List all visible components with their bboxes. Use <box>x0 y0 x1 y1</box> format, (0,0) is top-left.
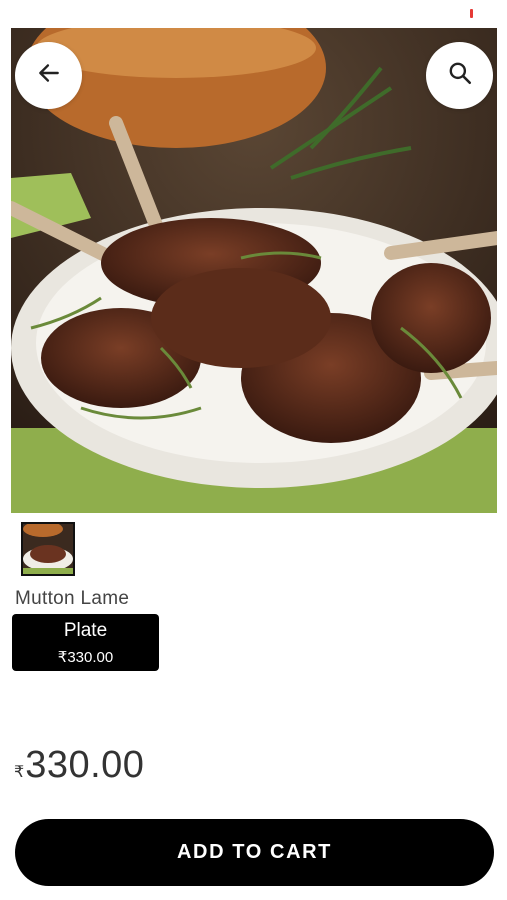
price-amount: 330.00 <box>25 744 145 786</box>
product-thumbnail[interactable] <box>21 522 75 576</box>
variant-label: Plate <box>63 620 108 641</box>
status-indicator <box>470 9 473 18</box>
product-hero-image <box>11 28 497 513</box>
search-button[interactable] <box>426 42 493 109</box>
product-price: ₹ 330.00 <box>14 744 144 787</box>
variant-price: ₹330.00 <box>57 649 114 666</box>
search-icon <box>447 60 473 91</box>
variant-option-plate[interactable]: Plate ₹330.00 <box>12 614 159 671</box>
product-name: Mutton Lame <box>15 588 130 609</box>
price-currency: ₹ <box>14 764 25 781</box>
back-button[interactable] <box>15 42 82 109</box>
add-to-cart-button[interactable]: ADD TO CART <box>15 819 494 886</box>
arrow-left-icon <box>36 60 62 91</box>
